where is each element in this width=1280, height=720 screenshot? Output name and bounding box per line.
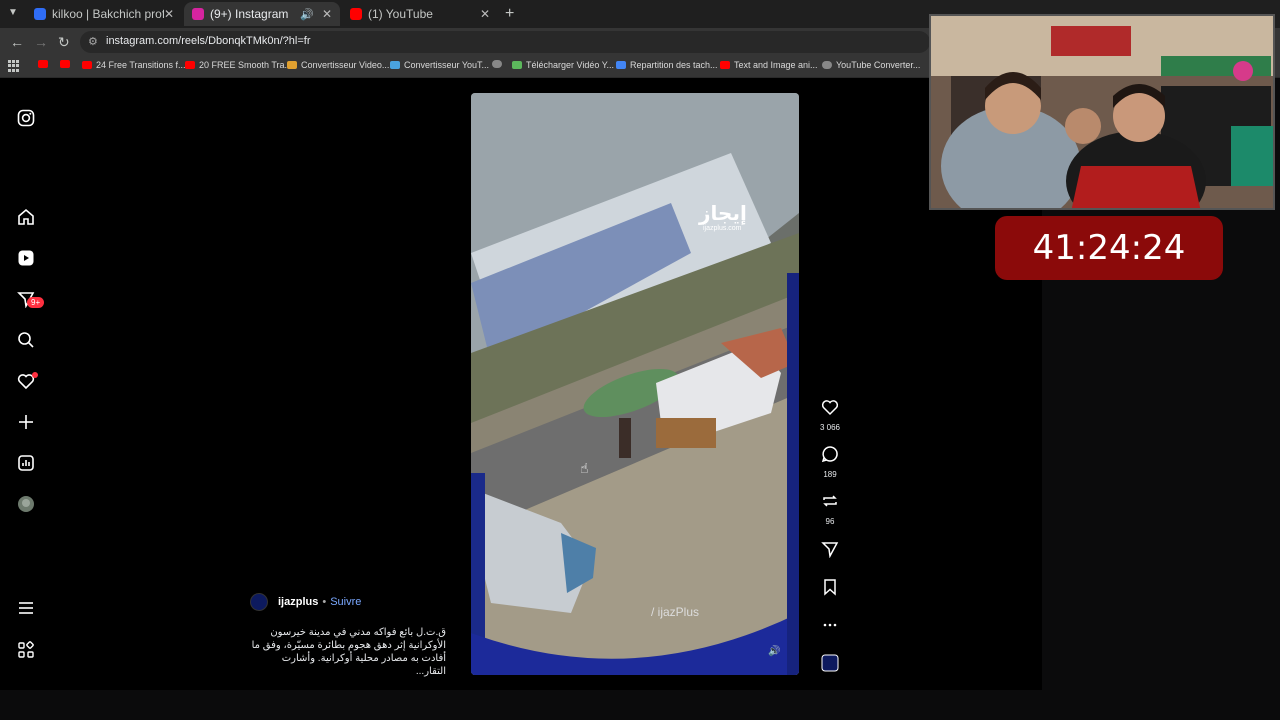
bookmark-item[interactable]: Convertisseur Video... — [287, 60, 389, 70]
tab-list-chevron-icon[interactable]: ▼ — [8, 7, 18, 18]
bookmark-item[interactable]: 24 Free Transitions f... — [82, 60, 186, 70]
bookmark-label: Télécharger Vidéo Y... — [526, 60, 615, 70]
reels-icon[interactable] — [16, 248, 36, 268]
instagram-logo-icon[interactable] — [16, 108, 36, 128]
tab-title: kilkoo | Bakchich profile | Bakchich — [52, 7, 164, 21]
apps-grid-icon[interactable] — [8, 60, 20, 72]
bookmark-globe[interactable] — [492, 60, 506, 68]
separator-dot: • — [322, 596, 327, 608]
tab-bakchich[interactable]: kilkoo | Bakchich profile | Bakchich ✕ — [26, 2, 182, 26]
instagram-page: 9+ إيجاز ijazplus.com / ijazPlus 🔊 3 066… — [0, 78, 1042, 690]
save-button[interactable] — [815, 578, 845, 601]
youtube-favicon-icon — [350, 8, 362, 20]
audio-thumbnail[interactable] — [815, 654, 845, 677]
webcam-feed-image — [931, 16, 1273, 208]
bookmark-item[interactable]: 20 FREE Smooth Tra... — [185, 60, 292, 70]
instagram-favicon-icon — [192, 8, 204, 20]
tab-youtube[interactable]: (1) YouTube ✕ — [342, 2, 498, 26]
repost-icon — [823, 495, 837, 507]
tab-title: (1) YouTube — [368, 7, 433, 21]
share-icon — [821, 542, 839, 559]
heart-icon — [821, 400, 839, 416]
tab-title: (9+) Instagram — [210, 7, 289, 21]
tab-instagram[interactable]: (9+) Instagram 🔊 ✕ — [184, 2, 340, 26]
search-icon[interactable] — [16, 330, 36, 350]
mouse-cursor-icon: ☝ — [580, 460, 589, 476]
volume-icon[interactable]: 🔊 — [768, 646, 780, 657]
follow-button[interactable]: Suivre — [330, 596, 361, 608]
bookmark-item[interactable]: Repartition des tach... — [616, 60, 718, 70]
messages-badge: 9+ — [27, 297, 45, 308]
forward-icon[interactable]: → — [34, 34, 48, 50]
bookmark-youtube-1[interactable] — [38, 60, 52, 68]
close-tab-icon[interactable]: ✕ — [164, 7, 174, 21]
reel-caption[interactable]: ق.ت.ل بائع فواكه مدني في مدينة خيرسون ال… — [250, 626, 446, 678]
audio-playing-icon[interactable]: 🔊 — [300, 8, 314, 21]
site-info-icon[interactable]: ⚙ — [88, 35, 98, 48]
bookmark-youtube-2[interactable] — [60, 60, 74, 68]
reload-icon[interactable]: ↻ — [58, 34, 70, 51]
address-bar[interactable]: ⚙ instagram.com/reels/DbonqkTMk0n/?hl=fr — [80, 31, 930, 53]
bookmark-item[interactable]: Text and Image ani... — [720, 60, 818, 70]
comment-button[interactable]: 189 — [815, 445, 845, 479]
close-tab-icon[interactable]: ✕ — [480, 7, 490, 21]
author-avatar[interactable] — [250, 593, 268, 611]
bookmark-item[interactable]: YouTube Converter... — [822, 60, 920, 70]
more-menu-icon[interactable] — [16, 598, 36, 618]
url-text: instagram.com/reels/DbonqkTMk0n/?hl=fr — [106, 35, 311, 47]
create-icon[interactable] — [16, 412, 36, 432]
back-icon[interactable]: ← — [10, 34, 24, 50]
like-count: 3 066 — [819, 423, 841, 432]
dashboard-icon[interactable] — [16, 453, 36, 473]
like-button[interactable]: 3 066 — [815, 398, 845, 432]
bookmark-icon — [824, 579, 836, 596]
bookmark-label: Repartition des tach... — [630, 60, 718, 70]
audio-avatar-icon — [821, 654, 839, 672]
bakchich-favicon-icon — [34, 8, 46, 20]
more-options-button[interactable] — [815, 616, 845, 639]
video-frame-image — [471, 93, 799, 675]
bookmark-label: 24 Free Transitions f... — [96, 60, 186, 70]
notification-dot — [32, 372, 38, 378]
reel-video[interactable]: إيجاز ijazplus.com / ijazPlus 🔊 — [471, 93, 799, 675]
profile-avatar[interactable] — [16, 494, 36, 514]
webcam-overlay — [929, 14, 1275, 210]
share-button[interactable] — [815, 540, 845, 563]
bookmark-item[interactable]: Convertisseur YouT... — [390, 60, 489, 70]
close-tab-icon[interactable]: ✕ — [322, 7, 332, 21]
watermark-logo: إيجاز — [699, 203, 747, 225]
comment-count: 189 — [823, 470, 837, 479]
new-tab-icon[interactable]: + — [505, 5, 514, 23]
reel-author: ijazplus • Suivre — [250, 593, 361, 611]
bookmark-label: YouTube Converter... — [836, 60, 921, 70]
meta-apps-icon[interactable] — [16, 640, 36, 660]
comment-icon — [821, 446, 838, 463]
bookmark-label: Text and Image ani... — [734, 60, 818, 70]
author-name[interactable]: ijazplus — [278, 596, 318, 608]
bookmark-item[interactable]: Télécharger Vidéo Y... — [512, 60, 614, 70]
bookmark-label: 20 FREE Smooth Tra... — [199, 60, 293, 70]
repost-count: 96 — [825, 517, 835, 526]
bookmark-label: Convertisseur YouT... — [404, 60, 490, 70]
watermark-site: ijazplus.com — [703, 225, 742, 232]
watermark-handle: / ijazPlus — [651, 605, 700, 619]
stream-timer: 41:24:24 — [995, 216, 1223, 280]
more-dots-icon — [823, 623, 837, 627]
home-icon[interactable] — [16, 207, 36, 227]
repost-button[interactable]: 96 — [815, 492, 845, 526]
bookmark-label: Convertisseur Video... — [301, 60, 390, 70]
